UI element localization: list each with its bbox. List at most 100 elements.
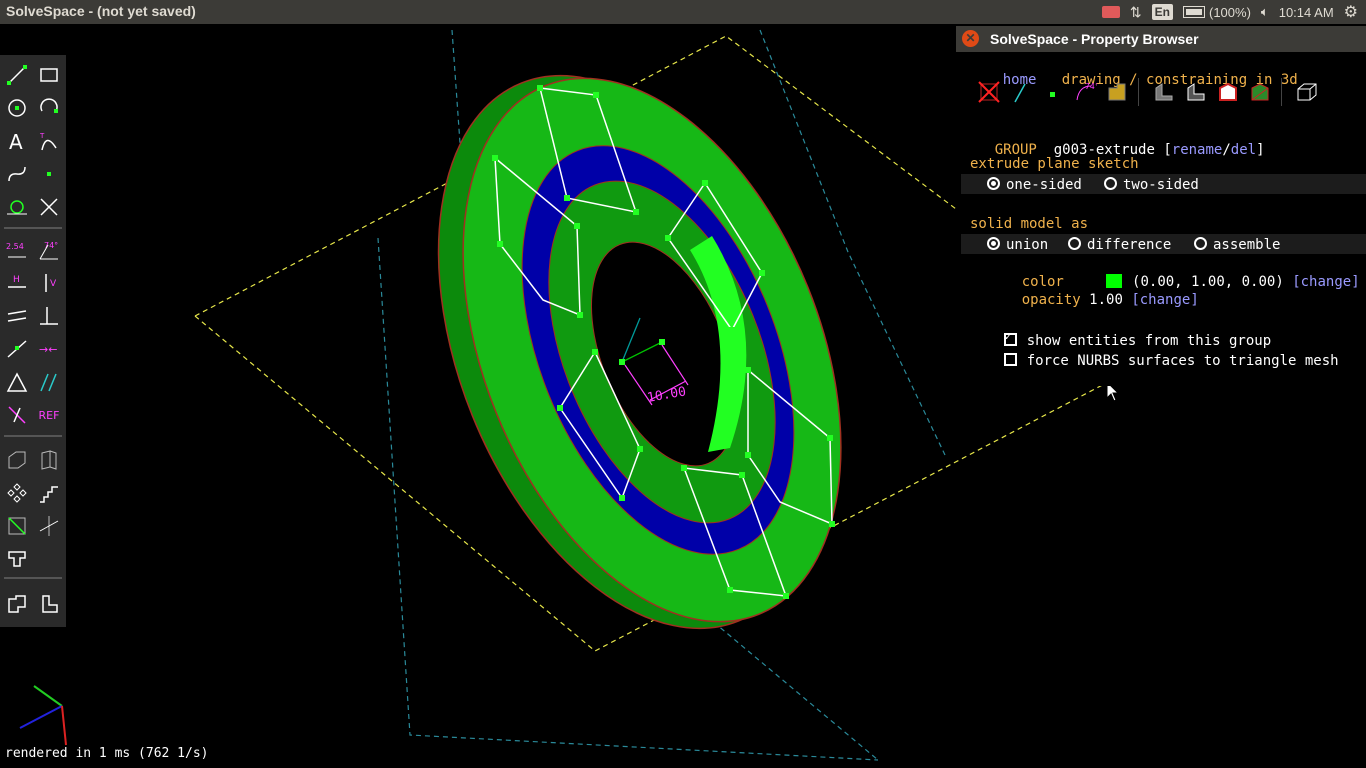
union-label: union	[1006, 237, 1049, 253]
show-edges-icon[interactable]	[1181, 78, 1211, 106]
text-tool-icon[interactable]: A	[5, 129, 29, 153]
extrude-heading: extrude plane sketch	[970, 156, 1139, 172]
perspective-icon[interactable]	[1292, 78, 1322, 106]
helix-icon[interactable]	[5, 514, 29, 538]
property-browser-titlebar: ✕ SolveSpace - Property Browser	[956, 26, 1366, 52]
opacity-value: 1.00	[1089, 292, 1123, 308]
vertical-label: V	[50, 279, 57, 289]
left-toolbar: A T 2.54 74° H V →← REF	[0, 55, 66, 627]
two-sided-option[interactable]: two-sided	[1104, 176, 1199, 193]
vertical-constraint-icon[interactable]: V	[37, 271, 61, 295]
network-icon[interactable]: ⇅	[1130, 4, 1142, 21]
assemble-option[interactable]: assemble	[1194, 236, 1280, 253]
angle-constraint-icon[interactable]: 74°	[37, 238, 61, 262]
svg-text:→←: →←	[39, 343, 57, 356]
radio-difference[interactable]	[1068, 237, 1081, 250]
rectangle-tool-icon[interactable]	[37, 63, 61, 87]
on-point-constraint-icon[interactable]	[5, 337, 29, 361]
distance-constraint-icon[interactable]: 2.54	[5, 238, 29, 262]
show-outlines-icon[interactable]	[1213, 78, 1243, 106]
toolbar-divider	[1138, 78, 1147, 106]
change-color-link[interactable]: [change]	[1292, 274, 1359, 290]
one-sided-label: one-sided	[1006, 177, 1082, 193]
solid-model-options-row: union difference assemble	[961, 234, 1366, 254]
toolbar-divider	[1281, 78, 1290, 106]
screen-record-icon[interactable]	[1101, 6, 1120, 18]
arc-tool-icon[interactable]	[37, 96, 61, 120]
union-option[interactable]: union	[987, 236, 1048, 253]
new-sketch-3d-icon[interactable]	[5, 448, 29, 472]
new-sketch-workplane-icon[interactable]	[37, 448, 61, 472]
bracket-close: ]	[1256, 142, 1265, 158]
line-tool-icon[interactable]	[5, 63, 29, 87]
group-toolbar: 74°	[974, 78, 1322, 106]
same-orientation-icon[interactable]	[37, 370, 61, 394]
battery-icon	[1182, 6, 1205, 18]
workplane-tool-icon[interactable]	[5, 195, 29, 219]
rename-link[interactable]: rename	[1172, 142, 1223, 158]
extrude-options-row: one-sided two-sided	[961, 174, 1366, 194]
equal-constraint-icon[interactable]	[5, 370, 29, 394]
battery-indicator[interactable]: (100%)	[1182, 4, 1251, 20]
clock[interactable]: 10:14 AM	[1279, 5, 1334, 20]
property-browser-window: ✕ SolveSpace - Property Browser home dra…	[956, 26, 1366, 386]
link-icon[interactable]	[37, 592, 61, 616]
two-sided-label: two-sided	[1123, 177, 1199, 193]
symmetric-constraint-icon[interactable]: →←	[37, 337, 61, 361]
revolve-icon[interactable]	[37, 514, 61, 538]
settings-gear-icon[interactable]: ⚙	[1344, 2, 1358, 22]
horizontal-constraint-icon[interactable]: H	[5, 271, 29, 295]
bezier-tool-icon[interactable]	[5, 162, 29, 186]
system-tray: ⇅ En (100%) 🔈︎ 10:14 AM ⚙	[1101, 0, 1366, 24]
point-tool-icon[interactable]	[37, 162, 61, 186]
circle-tool-icon[interactable]	[5, 96, 29, 120]
change-opacity-link[interactable]: [change]	[1131, 292, 1198, 308]
close-icon[interactable]: ✕	[962, 30, 979, 47]
reference-label: REF	[38, 408, 60, 422]
import-icon[interactable]	[5, 592, 29, 616]
show-constraints-icon[interactable]: 74°	[1070, 78, 1100, 106]
toolbar-separator	[4, 577, 62, 579]
force-nurbs-label: force NURBS surfaces to triangle mesh	[1026, 353, 1339, 369]
radio-assemble[interactable]	[1194, 237, 1207, 250]
reference-toggle[interactable]: REF	[37, 403, 61, 427]
perpendicular-constraint-icon[interactable]	[37, 304, 61, 328]
bracket-open: [	[1163, 142, 1172, 158]
window-title: SolveSpace - (not yet saved)	[6, 3, 196, 19]
difference-option[interactable]: difference	[1068, 236, 1171, 253]
volume-icon[interactable]: 🔈︎	[1261, 4, 1269, 20]
radio-one-sided[interactable]	[987, 177, 1000, 190]
toolbar-separator	[4, 435, 62, 437]
render-status: rendered in 1 ms (762 1/s)	[5, 746, 209, 761]
show-shaded-icon[interactable]	[1149, 78, 1179, 106]
battery-percent: (100%)	[1208, 4, 1251, 20]
keyboard-language-indicator[interactable]: En	[1151, 4, 1173, 20]
one-sided-option[interactable]: one-sided	[987, 176, 1082, 193]
difference-label: difference	[1087, 237, 1172, 253]
show-normals-icon[interactable]	[1006, 78, 1036, 106]
assemble-label: assemble	[1213, 237, 1281, 253]
delete-link[interactable]: del	[1231, 142, 1256, 158]
hide-all-icon[interactable]	[974, 78, 1004, 106]
radio-two-sided[interactable]	[1104, 177, 1117, 190]
split-tool-icon[interactable]	[37, 195, 61, 219]
step-rotating-icon[interactable]	[5, 481, 29, 505]
show-faces-icon[interactable]	[1102, 78, 1132, 106]
parallel-constraint-icon[interactable]	[5, 304, 29, 328]
show-points-icon[interactable]	[1038, 78, 1068, 106]
construction-toggle-icon[interactable]	[5, 403, 29, 427]
system-top-bar: SolveSpace - (not yet saved) ⇅ En (100%)…	[0, 0, 1366, 24]
show-mesh-icon[interactable]	[1245, 78, 1275, 106]
force-nurbs-checkbox[interactable]	[1003, 353, 1017, 366]
distance-constraint-label: 2.54	[6, 242, 24, 251]
step-translating-icon[interactable]	[37, 481, 61, 505]
toolbar-separator	[4, 227, 62, 229]
svg-text:A: A	[9, 130, 23, 152]
tangent-arc-tool-icon[interactable]: T	[37, 129, 61, 153]
extrude-icon[interactable]	[5, 547, 29, 571]
force-nurbs-option[interactable]: force NURBS surfaces to triangle mesh	[970, 336, 1339, 385]
property-browser-title: SolveSpace - Property Browser	[990, 31, 1199, 47]
radio-union[interactable]	[987, 237, 1000, 250]
solid-model-heading: solid model as	[970, 216, 1089, 232]
slash: /	[1222, 142, 1231, 158]
